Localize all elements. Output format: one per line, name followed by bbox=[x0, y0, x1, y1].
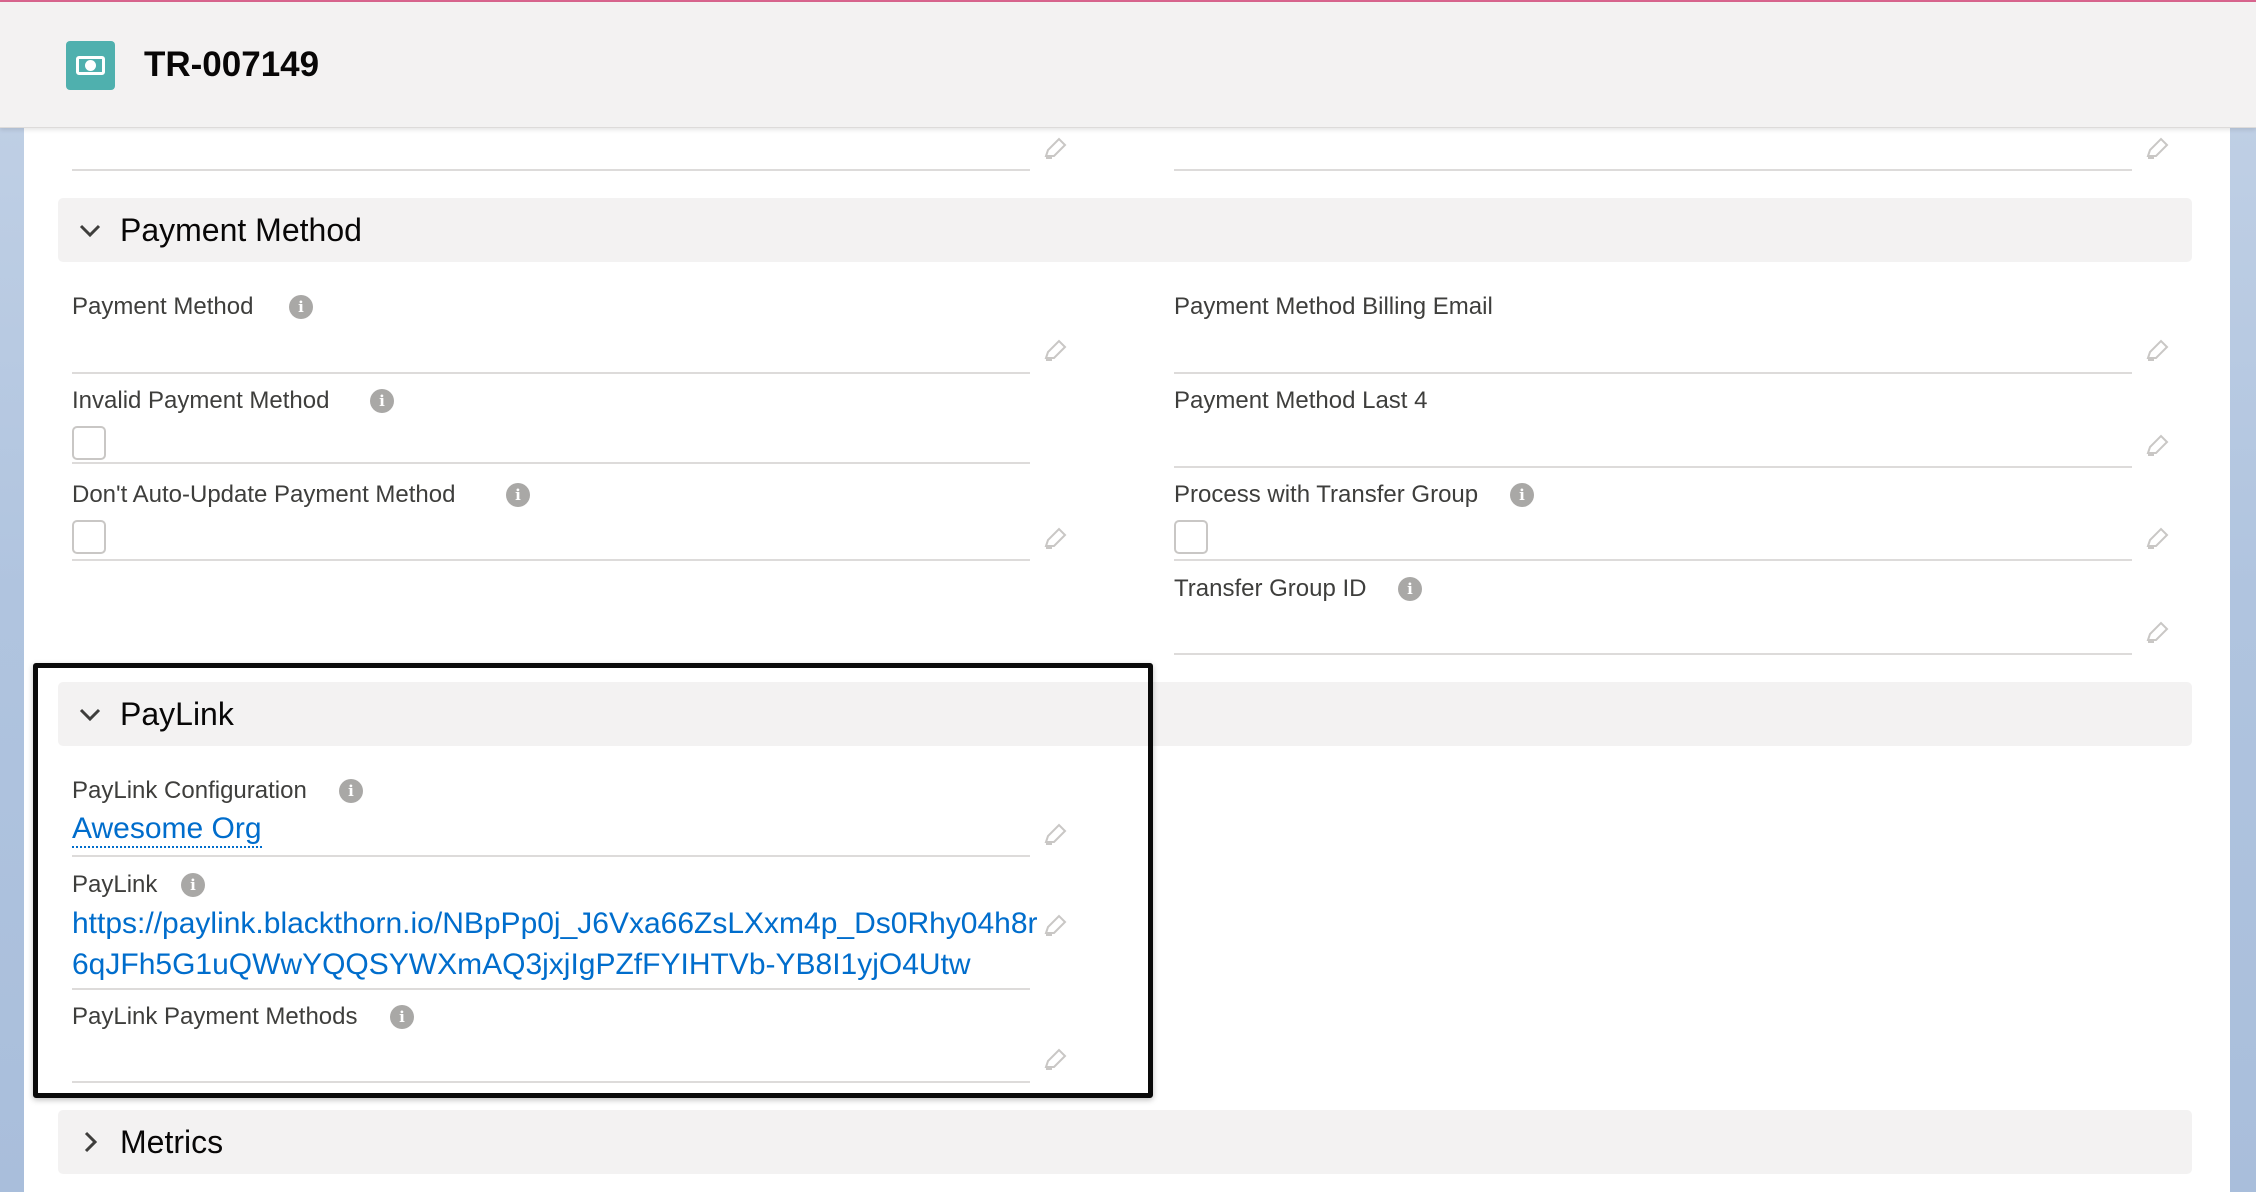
page-background-right bbox=[2230, 0, 2256, 1192]
field-underline bbox=[72, 169, 1030, 171]
chevron-down-icon bbox=[79, 224, 101, 238]
field-underline bbox=[1174, 559, 2132, 561]
field-label-last-4: Payment Method Last 4 bbox=[1174, 387, 1428, 414]
field-label-dont-auto-update: Don't Auto-Update Payment Method bbox=[72, 481, 456, 508]
field-underline bbox=[1174, 169, 2132, 171]
info-icon[interactable]: i bbox=[1510, 483, 1534, 507]
dont-auto-update-checkbox[interactable] bbox=[72, 520, 106, 554]
chevron-right-icon bbox=[84, 1131, 98, 1153]
field-underline bbox=[1174, 653, 2132, 655]
invalid-payment-method-checkbox[interactable] bbox=[72, 426, 106, 460]
field-underline bbox=[72, 462, 1030, 464]
field-label-billing-email: Payment Method Billing Email bbox=[1174, 293, 1493, 320]
pencil-icon[interactable] bbox=[2144, 526, 2170, 552]
field-underline bbox=[1174, 466, 2132, 468]
pencil-icon[interactable] bbox=[2144, 620, 2170, 646]
info-icon[interactable]: i bbox=[370, 389, 394, 413]
section-payment-method[interactable]: Payment Method bbox=[58, 198, 2192, 262]
pencil-icon[interactable] bbox=[2144, 433, 2170, 459]
pencil-icon[interactable] bbox=[1042, 136, 1068, 162]
info-icon[interactable]: i bbox=[1398, 577, 1422, 601]
field-underline bbox=[72, 372, 1030, 374]
page-background-left bbox=[0, 0, 24, 1192]
section-title: Metrics bbox=[120, 1124, 224, 1160]
process-with-transfer-group-checkbox[interactable] bbox=[1174, 520, 1208, 554]
coin-shape bbox=[85, 60, 96, 71]
record-title: TR-007149 bbox=[144, 45, 320, 84]
info-icon[interactable]: i bbox=[289, 295, 313, 319]
record-header: TR-007149 bbox=[0, 2, 2256, 128]
field-underline bbox=[1174, 372, 2132, 374]
paylink-highlight-box bbox=[33, 663, 1153, 1098]
payment-record-icon bbox=[66, 41, 115, 90]
pencil-icon[interactable] bbox=[2144, 338, 2170, 364]
field-label-invalid-payment-method: Invalid Payment Method bbox=[72, 387, 330, 414]
field-label-payment-method: Payment Method bbox=[72, 293, 254, 320]
section-title: Payment Method bbox=[120, 212, 362, 248]
section-metrics[interactable]: Metrics bbox=[58, 1110, 2192, 1174]
pencil-icon[interactable] bbox=[1042, 526, 1068, 552]
pencil-icon[interactable] bbox=[1042, 338, 1068, 364]
field-underline bbox=[72, 559, 1030, 561]
field-label-process-with-transfer-group: Process with Transfer Group bbox=[1174, 481, 1479, 508]
pencil-icon[interactable] bbox=[2144, 136, 2170, 162]
field-label-transfer-group-id: Transfer Group ID bbox=[1174, 575, 1367, 602]
info-icon[interactable]: i bbox=[506, 483, 530, 507]
